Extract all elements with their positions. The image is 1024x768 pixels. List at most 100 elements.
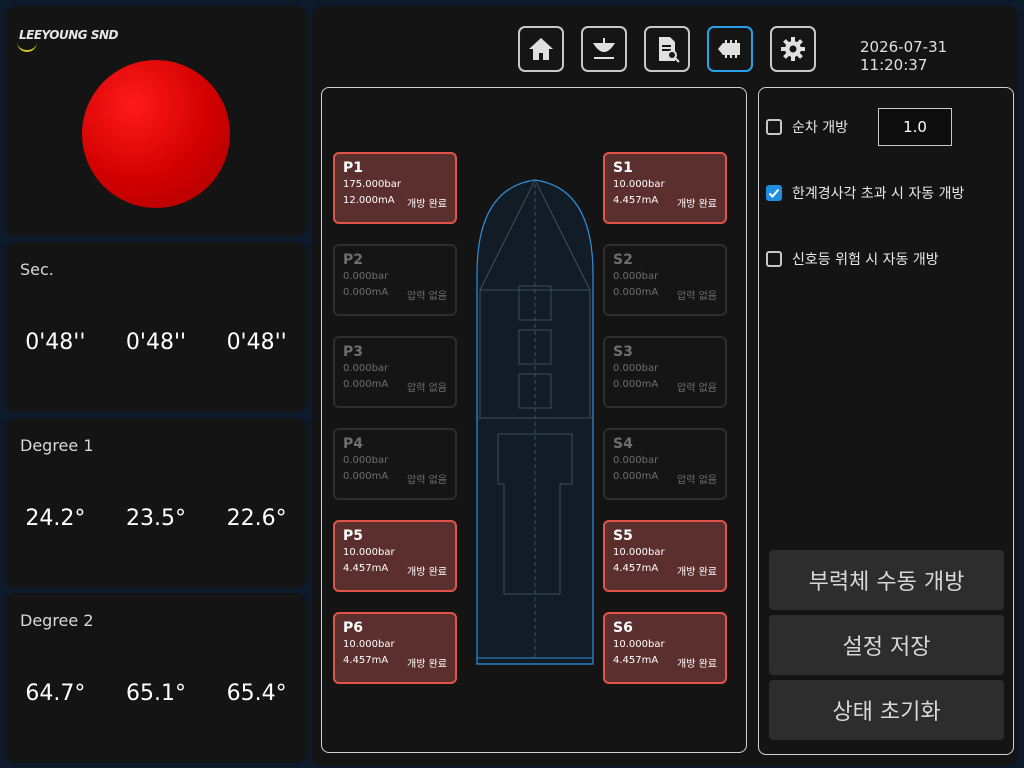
valve-pressure: 175.000bar — [343, 179, 401, 190]
sec-value-1: 0'48'' — [25, 330, 86, 355]
gear-icon — [781, 37, 805, 61]
valve-status: 압력 없음 — [407, 291, 447, 302]
signal-danger-label: 신호등 위험 시 자동 개방 — [792, 252, 939, 268]
vessel-button[interactable] — [707, 26, 753, 72]
limit-angle-checkbox[interactable] — [766, 185, 782, 201]
valve-status: 개방 완료 — [407, 659, 447, 670]
datetime-display: 2026-07-31 11:20:37 — [860, 38, 948, 74]
valve-p2[interactable]: P2 0.000bar 0.000mA 압력 없음 — [333, 244, 457, 316]
degree1-value-2: 23.5° — [125, 506, 186, 531]
degree1-panel: Degree 1 24.2° 23.5° 22.6° — [5, 418, 307, 588]
valve-s2[interactable]: S2 0.000bar 0.000mA 압력 없음 — [603, 244, 727, 316]
valve-status: 압력 없음 — [677, 383, 717, 394]
degree2-panel: Degree 2 64.7° 65.1° 65.4° — [5, 593, 307, 763]
valve-pressure: 10.000bar — [613, 547, 665, 558]
valve-pressure: 10.000bar — [613, 179, 665, 190]
valve-current: 0.000mA — [343, 379, 389, 390]
valve-current: 0.000mA — [343, 471, 389, 482]
degree2-value-2: 65.1° — [125, 681, 186, 706]
valve-current: 12.000mA — [343, 195, 395, 206]
valve-p6[interactable]: P6 10.000bar 4.457mA 개방 완료 — [333, 612, 457, 684]
valve-current: 4.457mA — [613, 195, 659, 206]
home-button[interactable] — [518, 26, 564, 72]
limit-angle-label: 한계경사각 초과 시 자동 개방 — [792, 186, 965, 202]
manual-open-button[interactable]: 부력체 수동 개방 — [769, 550, 1004, 610]
valve-s4[interactable]: S4 0.000bar 0.000mA 압력 없음 — [603, 428, 727, 500]
report-button[interactable] — [644, 26, 690, 72]
degree1-value-1: 24.2° — [25, 506, 86, 531]
sec-value-2: 0'48'' — [125, 330, 187, 355]
signal-danger-checkbox[interactable] — [766, 251, 782, 267]
valve-name: S4 — [613, 436, 633, 452]
logo-arc — [17, 40, 37, 52]
valve-current: 0.000mA — [613, 471, 659, 482]
valve-pressure: 10.000bar — [613, 639, 665, 650]
valve-pressure: 0.000bar — [613, 363, 659, 374]
buoy-button[interactable] — [581, 26, 627, 72]
signal-danger-option[interactable]: 신호등 위험 시 자동 개방 — [766, 249, 939, 269]
valve-status: 개방 완료 — [677, 659, 717, 670]
valve-name: S6 — [613, 620, 633, 636]
valve-pressure: 0.000bar — [343, 271, 389, 282]
valve-name: S5 — [613, 528, 633, 544]
sequential-open-checkbox[interactable] — [766, 119, 782, 135]
valve-name: P6 — [343, 620, 364, 636]
warning-light — [82, 60, 230, 208]
sequential-open-option[interactable]: 순차 개방 — [766, 117, 848, 137]
valve-status: 개방 완료 — [677, 199, 717, 210]
valve-p1[interactable]: P1 175.000bar 12.000mA 개방 완료 — [333, 152, 457, 224]
degree2-value-1: 64.7° — [25, 681, 86, 706]
sec-title: Sec. — [20, 260, 54, 279]
valve-status: 압력 없음 — [407, 475, 447, 486]
interval-input[interactable]: 1.0 — [878, 108, 952, 146]
home-icon — [529, 38, 553, 60]
valve-pressure: 0.000bar — [343, 455, 389, 466]
buoy-icon — [593, 38, 615, 59]
valve-current: 4.457mA — [613, 563, 659, 574]
valve-name: P4 — [343, 436, 364, 452]
valve-pressure: 10.000bar — [343, 639, 395, 650]
degree1-title: Degree 1 — [20, 436, 94, 455]
valve-p3[interactable]: P3 0.000bar 0.000mA 압력 없음 — [333, 336, 457, 408]
valve-status: 개방 완료 — [407, 199, 447, 210]
valve-name: S1 — [613, 160, 633, 176]
sequential-open-label: 순차 개방 — [792, 120, 848, 136]
valve-current: 0.000mA — [343, 287, 389, 298]
valve-s1[interactable]: S1 10.000bar 4.457mA 개방 완료 — [603, 152, 727, 224]
valve-p5[interactable]: P5 10.000bar 4.457mA 개방 완료 — [333, 520, 457, 592]
valve-name: S2 — [613, 252, 633, 268]
valve-current: 4.457mA — [343, 563, 389, 574]
hull-diagram — [476, 179, 594, 665]
valve-status: 압력 없음 — [407, 383, 447, 394]
valve-s6[interactable]: S6 10.000bar 4.457mA 개방 완료 — [603, 612, 727, 684]
valve-s5[interactable]: S5 10.000bar 4.457mA 개방 완료 — [603, 520, 727, 592]
valve-pressure: 0.000bar — [343, 363, 389, 374]
valve-s3[interactable]: S3 0.000bar 0.000mA 압력 없음 — [603, 336, 727, 408]
valve-current: 0.000mA — [613, 379, 659, 390]
valve-name: P1 — [343, 160, 364, 176]
sec-panel: Sec. 0'48'' 0'48'' 0'48'' — [5, 242, 307, 412]
degree2-title: Degree 2 — [20, 611, 94, 630]
valve-p4[interactable]: P4 0.000bar 0.000mA 압력 없음 — [333, 428, 457, 500]
valve-name: P5 — [343, 528, 364, 544]
valve-pressure: 0.000bar — [613, 455, 659, 466]
degree2-value-3: 65.4° — [226, 681, 287, 706]
reset-status-button[interactable]: 상태 초기화 — [769, 680, 1004, 740]
vessel-diagram-area: P1 175.000bar 12.000mA 개방 완료 P2 0.000bar … — [321, 87, 747, 753]
valve-status: 개방 완료 — [677, 567, 717, 578]
valve-current: 0.000mA — [613, 287, 659, 298]
valve-current: 4.457mA — [613, 655, 659, 666]
valve-name: P2 — [343, 252, 364, 268]
check-icon — [768, 188, 780, 198]
valve-status: 압력 없음 — [677, 291, 717, 302]
valve-name: S3 — [613, 344, 633, 360]
settings-panel: 순차 개방 1.0 한계경사각 초과 시 자동 개방 신호등 위험 시 자동 개… — [758, 87, 1014, 755]
save-settings-button[interactable]: 설정 저장 — [769, 615, 1004, 675]
degree1-value-3: 22.6° — [226, 506, 287, 531]
limit-angle-option[interactable]: 한계경사각 초과 시 자동 개방 — [766, 183, 964, 203]
valve-status: 개방 완료 — [407, 567, 447, 578]
main-panel: 2026-07-31 11:20:37 P1 175.000bar 12.000… — [312, 6, 1018, 766]
settings-button[interactable] — [770, 26, 816, 72]
sec-value-3: 0'48'' — [226, 330, 287, 355]
warning-panel: LEEYOUNG SND — [5, 6, 307, 236]
